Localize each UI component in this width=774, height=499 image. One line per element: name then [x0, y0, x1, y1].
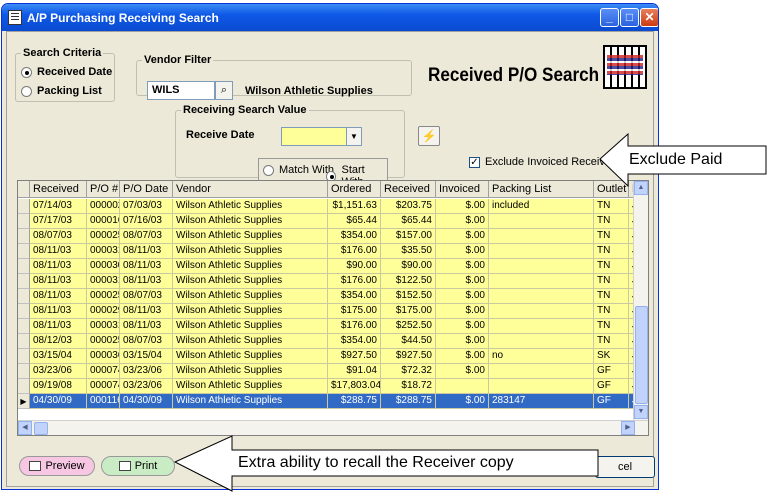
exclude-paid-callout: Exclude Paid [629, 151, 723, 168]
recall-callout: Extra ability to recall the Receiver cop… [238, 454, 514, 471]
callout-arrows [173, 132, 767, 492]
